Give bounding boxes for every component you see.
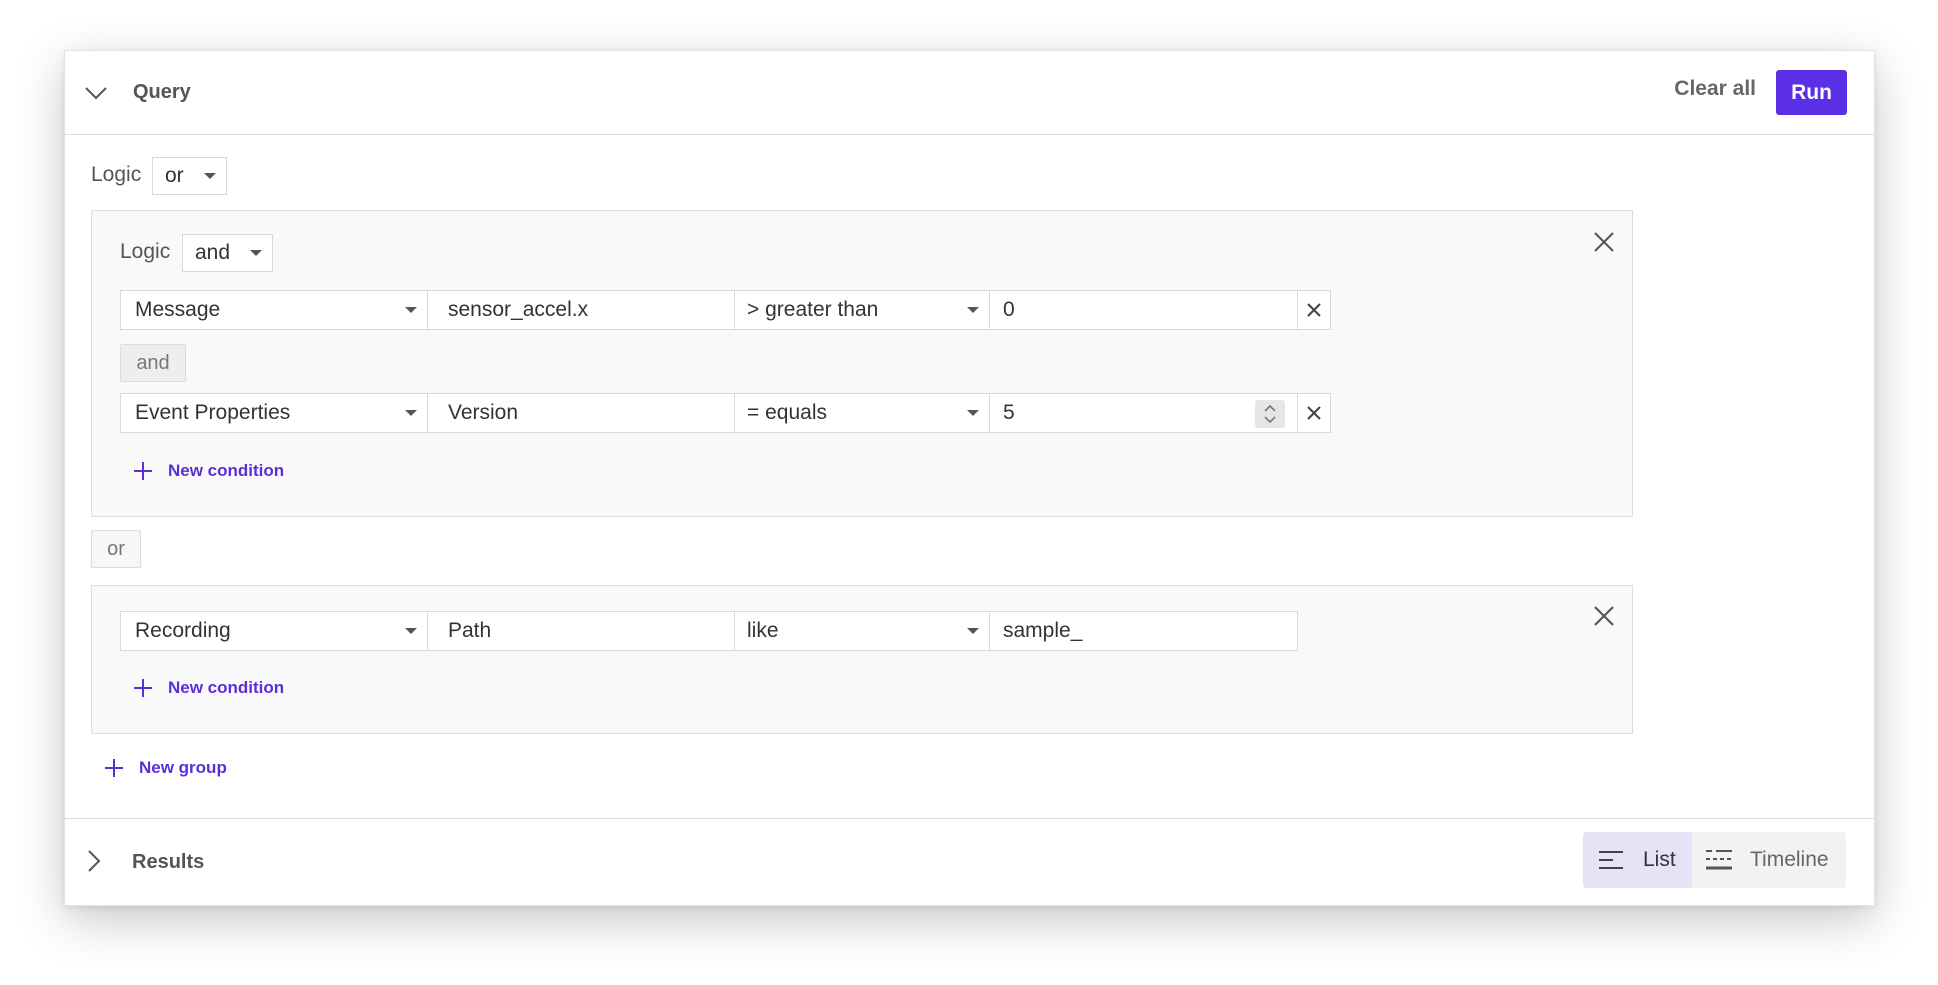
new-group-label: New group	[139, 758, 227, 777]
root-logic-value: or	[165, 164, 184, 187]
value-text: sample_	[1003, 619, 1083, 642]
group-logic-value: and	[195, 241, 231, 264]
list-icon	[1599, 851, 1623, 869]
new-condition-button[interactable]: New condition	[132, 460, 284, 482]
query-title: Query	[133, 81, 191, 103]
results-header: Results List Timeline	[65, 818, 1874, 906]
value-text: 0	[1003, 298, 1015, 321]
view-toggle: List Timeline	[1583, 832, 1846, 888]
chevron-down-icon[interactable]	[81, 78, 111, 108]
key-input[interactable]: sensor_accel.x	[427, 290, 735, 330]
field-select[interactable]: Message	[120, 290, 428, 330]
caret-down-icon	[967, 307, 979, 313]
caret-down-icon	[204, 173, 216, 179]
value-number-input[interactable]: 5	[989, 393, 1298, 433]
group-connector: or	[91, 530, 141, 568]
chevron-right-icon[interactable]	[79, 846, 109, 876]
root-logic-select[interactable]: or	[152, 157, 227, 195]
stepper-arrows-icon	[1264, 404, 1276, 424]
plus-icon	[134, 679, 152, 697]
field-value: Recording	[135, 619, 231, 642]
operator-value: like	[747, 619, 779, 642]
caret-down-icon	[405, 628, 417, 634]
remove-condition-button[interactable]	[1297, 393, 1331, 433]
close-icon	[1307, 406, 1321, 420]
plus-icon	[105, 759, 123, 777]
group-logic-select[interactable]: and	[182, 234, 273, 272]
list-view-button[interactable]: List	[1583, 832, 1692, 888]
operator-value: > greater than	[747, 298, 879, 321]
operator-value: = equals	[747, 401, 827, 424]
new-group-button[interactable]: New group	[103, 757, 227, 779]
field-value: Message	[135, 298, 221, 321]
condition-connector: and	[120, 344, 186, 382]
close-icon	[1307, 303, 1321, 317]
number-stepper[interactable]	[1255, 400, 1285, 428]
key-input[interactable]: Path	[427, 611, 735, 651]
value-input[interactable]: 0	[989, 290, 1298, 330]
list-view-label: List	[1643, 848, 1676, 871]
key-value: Path	[448, 619, 492, 642]
close-icon[interactable]	[1591, 603, 1617, 629]
field-value: Event Properties	[135, 401, 291, 424]
condition-group: Recording Path like sample_ New conditio…	[91, 585, 1633, 734]
key-input[interactable]: Version	[427, 393, 735, 433]
key-value: sensor_accel.x	[448, 298, 589, 321]
caret-down-icon	[405, 307, 417, 313]
operator-select[interactable]: = equals	[734, 393, 990, 433]
value-text: 5	[1003, 401, 1015, 424]
timeline-view-label: Timeline	[1750, 848, 1829, 871]
close-icon[interactable]	[1591, 229, 1617, 255]
caret-down-icon	[967, 410, 979, 416]
new-condition-label: New condition	[168, 678, 285, 697]
clear-all-button[interactable]: Clear all	[1674, 77, 1756, 101]
operator-select[interactable]: > greater than	[734, 290, 990, 330]
key-value: Version	[448, 401, 519, 424]
timeline-view-button[interactable]: Timeline	[1692, 832, 1846, 888]
new-condition-label: New condition	[168, 461, 285, 480]
root-logic-label: Logic	[91, 163, 142, 186]
remove-condition-button[interactable]	[1297, 290, 1331, 330]
operator-select[interactable]: like	[734, 611, 990, 651]
condition-group: Logic and Message sensor_accel.x > great…	[91, 210, 1633, 517]
new-condition-button[interactable]: New condition	[132, 677, 284, 699]
group-logic-label: Logic	[120, 240, 171, 263]
caret-down-icon	[967, 628, 979, 634]
run-button[interactable]: Run	[1776, 70, 1847, 115]
plus-icon	[134, 462, 152, 480]
results-title: Results	[132, 851, 205, 873]
query-panel: Query Clear all Run Logic or Logic and M…	[64, 50, 1875, 906]
caret-down-icon	[405, 410, 417, 416]
field-select[interactable]: Event Properties	[120, 393, 428, 433]
value-input[interactable]: sample_	[989, 611, 1298, 651]
caret-down-icon	[250, 250, 262, 256]
query-header: Query Clear all Run	[65, 51, 1874, 135]
timeline-icon	[1706, 850, 1732, 870]
field-select[interactable]: Recording	[120, 611, 428, 651]
